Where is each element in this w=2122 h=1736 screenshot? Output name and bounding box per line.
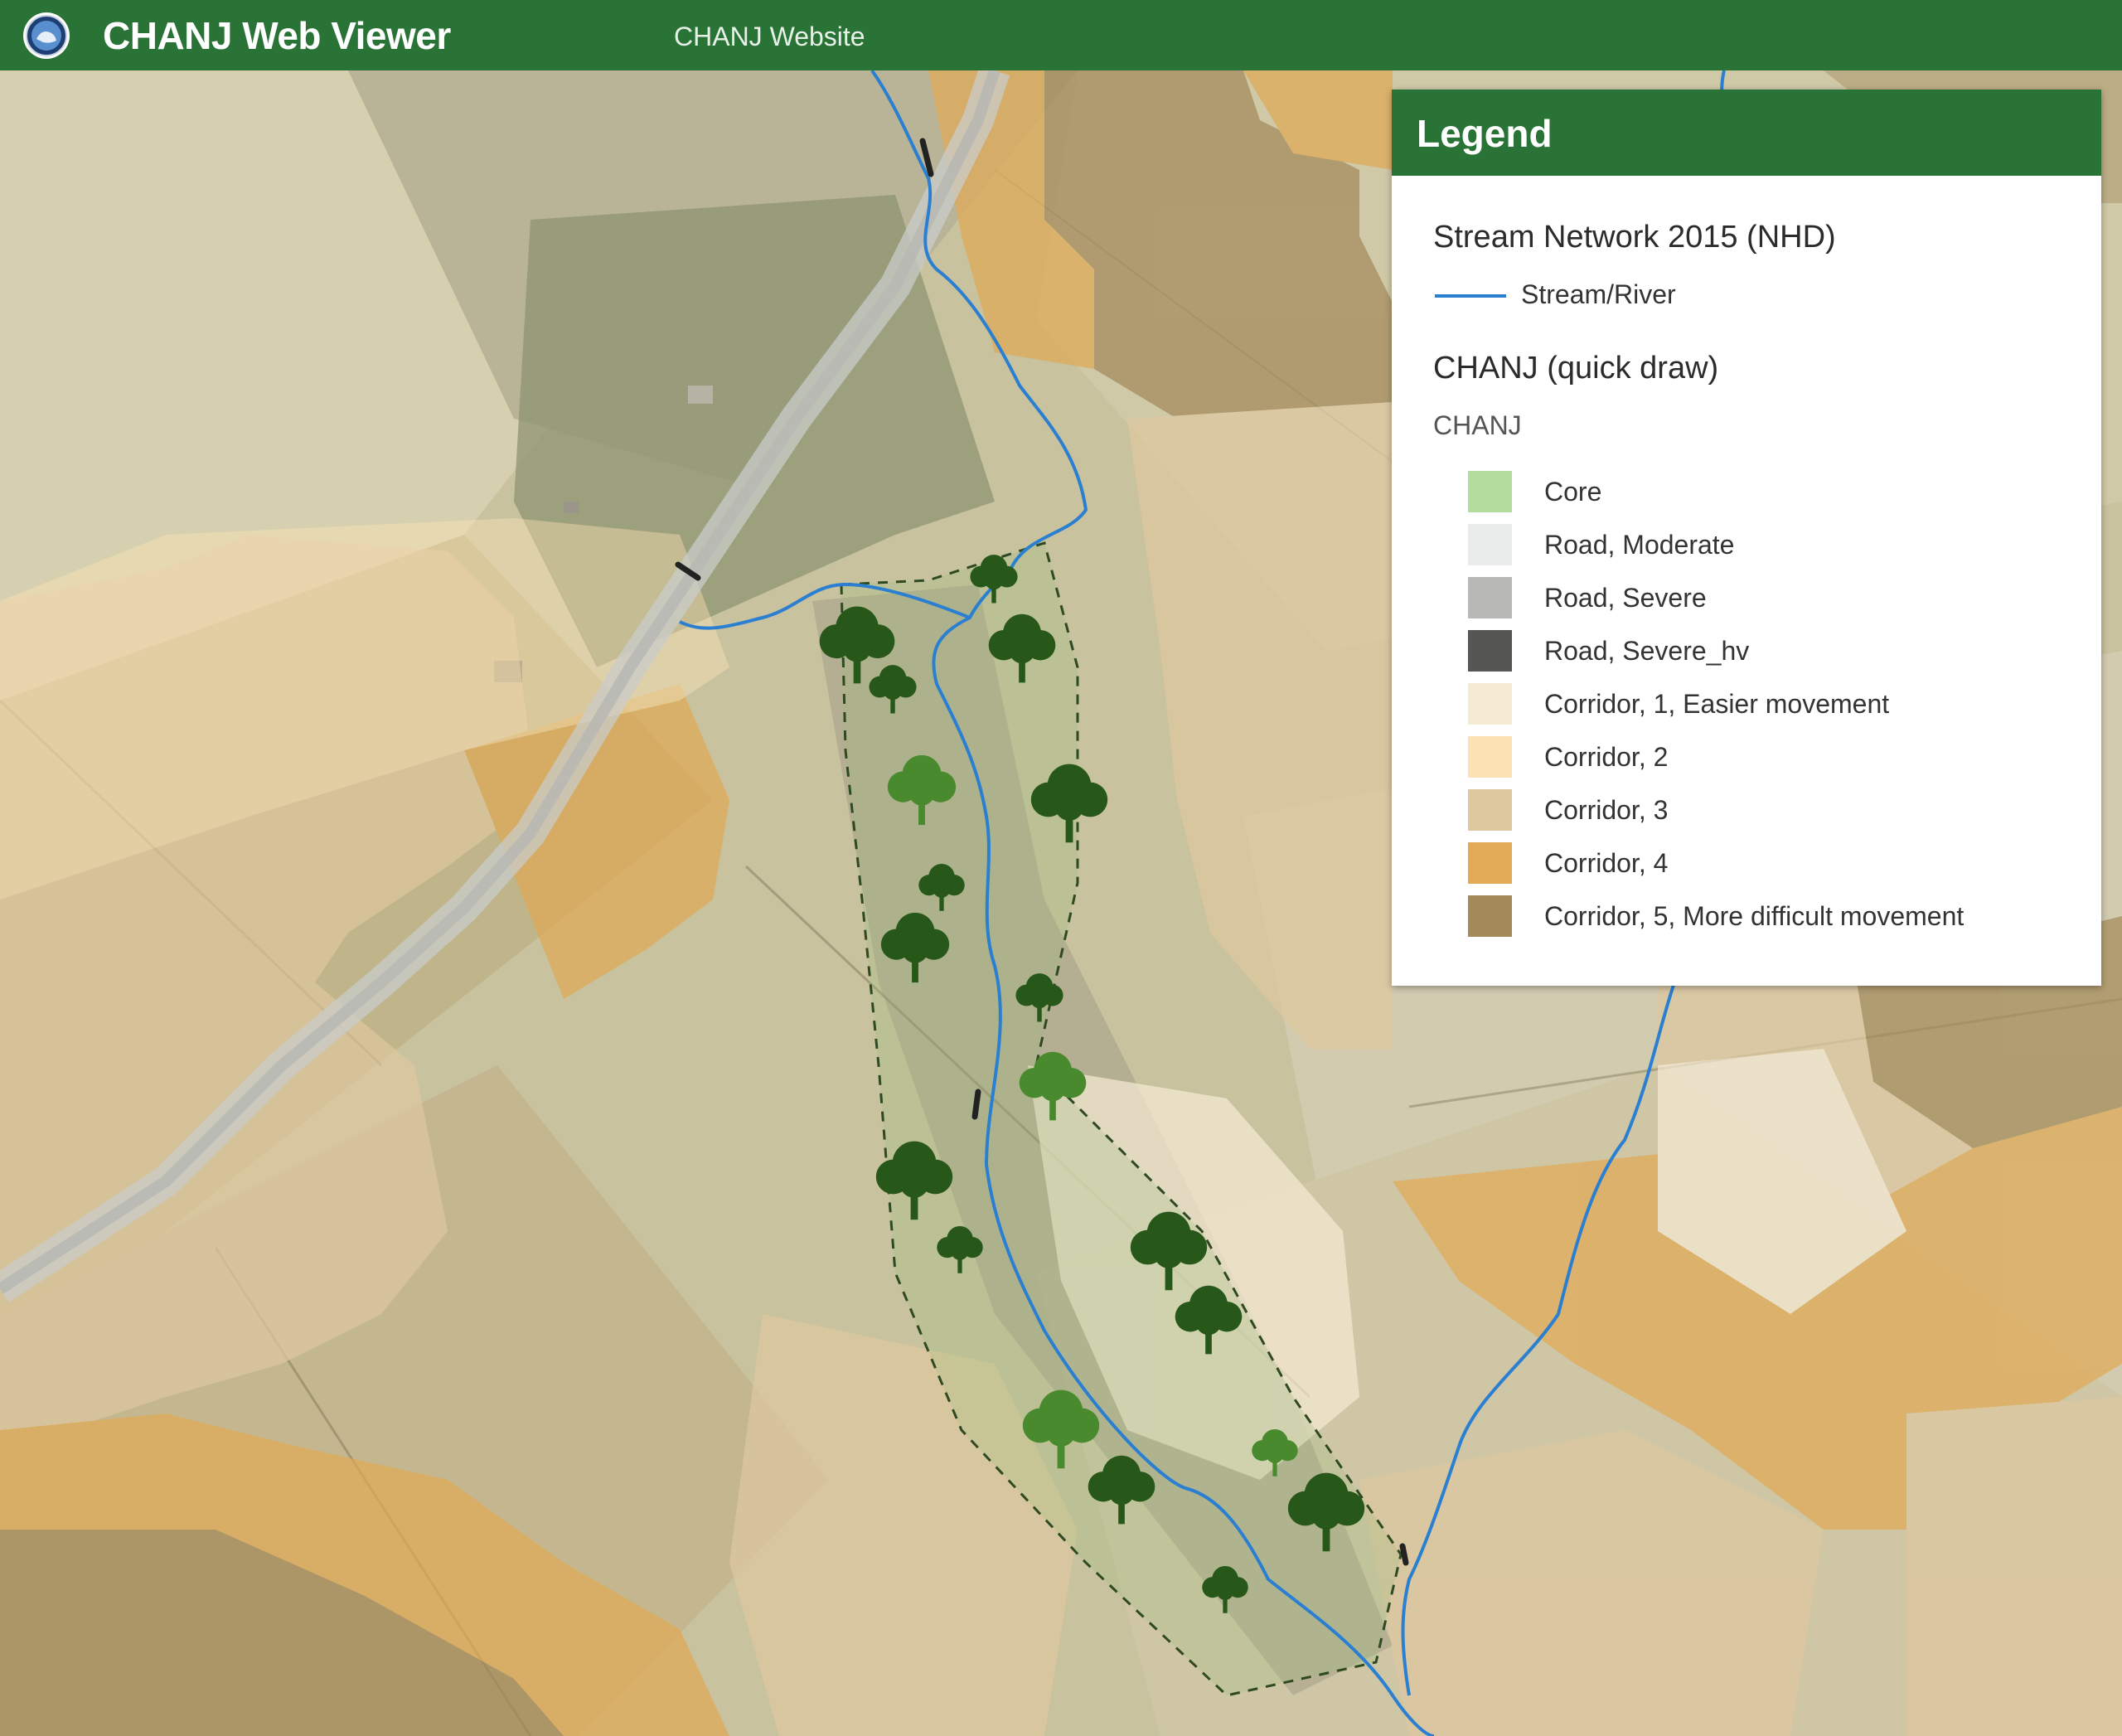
legend-item-road-moderate: Road, Moderate	[1468, 521, 2081, 567]
legend-item-corridor-1: Corridor, 1, Easier movement	[1468, 680, 2081, 726]
legend-item-corridor-5: Corridor, 5, More difficult movement	[1468, 892, 2081, 938]
legend-swatch	[1468, 683, 1512, 725]
legend-item-label: Corridor, 2	[1544, 742, 1669, 772]
legend-item-label: Corridor, 1, Easier movement	[1544, 689, 1890, 719]
legend-header: Legend	[1392, 90, 2101, 176]
legend-swatch	[1468, 736, 1512, 778]
legend-item-road-severe: Road, Severe	[1468, 574, 2081, 620]
chanj-website-link[interactable]: CHANJ Website	[674, 20, 865, 53]
legend-swatch	[1468, 471, 1512, 512]
legend-item-core: Core	[1468, 468, 2081, 514]
legend-item-label: Corridor, 5, More difficult movement	[1544, 901, 1965, 931]
stream-layer-title: Stream Network 2015 (NHD)	[1433, 220, 1836, 255]
chanj-logo-icon[interactable]	[22, 11, 71, 61]
legend-item-label: Road, Severe_hv	[1544, 636, 1750, 666]
legend-swatch	[1468, 895, 1512, 937]
legend-item-label: Core	[1544, 477, 1602, 507]
legend-title: Legend	[1417, 112, 1553, 155]
legend-item-label: Road, Severe	[1544, 583, 1707, 613]
legend-swatch	[1468, 524, 1512, 565]
app-title: CHANJ Web Viewer	[103, 14, 451, 57]
legend-panel: Legend Stream Network 2015 (NHD) Stream/…	[1392, 90, 2101, 986]
chanj-layer-subtitle: CHANJ	[1433, 410, 1522, 440]
legend-item-corridor-4: Corridor, 4	[1468, 839, 2081, 885]
legend-swatch	[1468, 577, 1512, 618]
legend-item-label: Corridor, 4	[1544, 848, 1669, 878]
legend-item-road-severe-hv: Road, Severe_hv	[1468, 627, 2081, 673]
legend-swatch	[1468, 630, 1512, 672]
app-header: CHANJ Web Viewer CHANJ Website	[0, 0, 2122, 70]
legend-item-corridor-2: Corridor, 2	[1468, 733, 2081, 779]
legend-item-label: Corridor, 3	[1544, 795, 1669, 825]
stream-line-swatch	[1435, 294, 1506, 298]
legend-swatch	[1468, 842, 1512, 884]
stream-river-label: Stream/River	[1521, 279, 1676, 309]
legend-item-corridor-3: Corridor, 3	[1468, 786, 2081, 832]
legend-item-label: Road, Moderate	[1544, 530, 1735, 560]
legend-swatch	[1468, 789, 1512, 831]
chanj-layer-title: CHANJ (quick draw)	[1433, 351, 1719, 386]
